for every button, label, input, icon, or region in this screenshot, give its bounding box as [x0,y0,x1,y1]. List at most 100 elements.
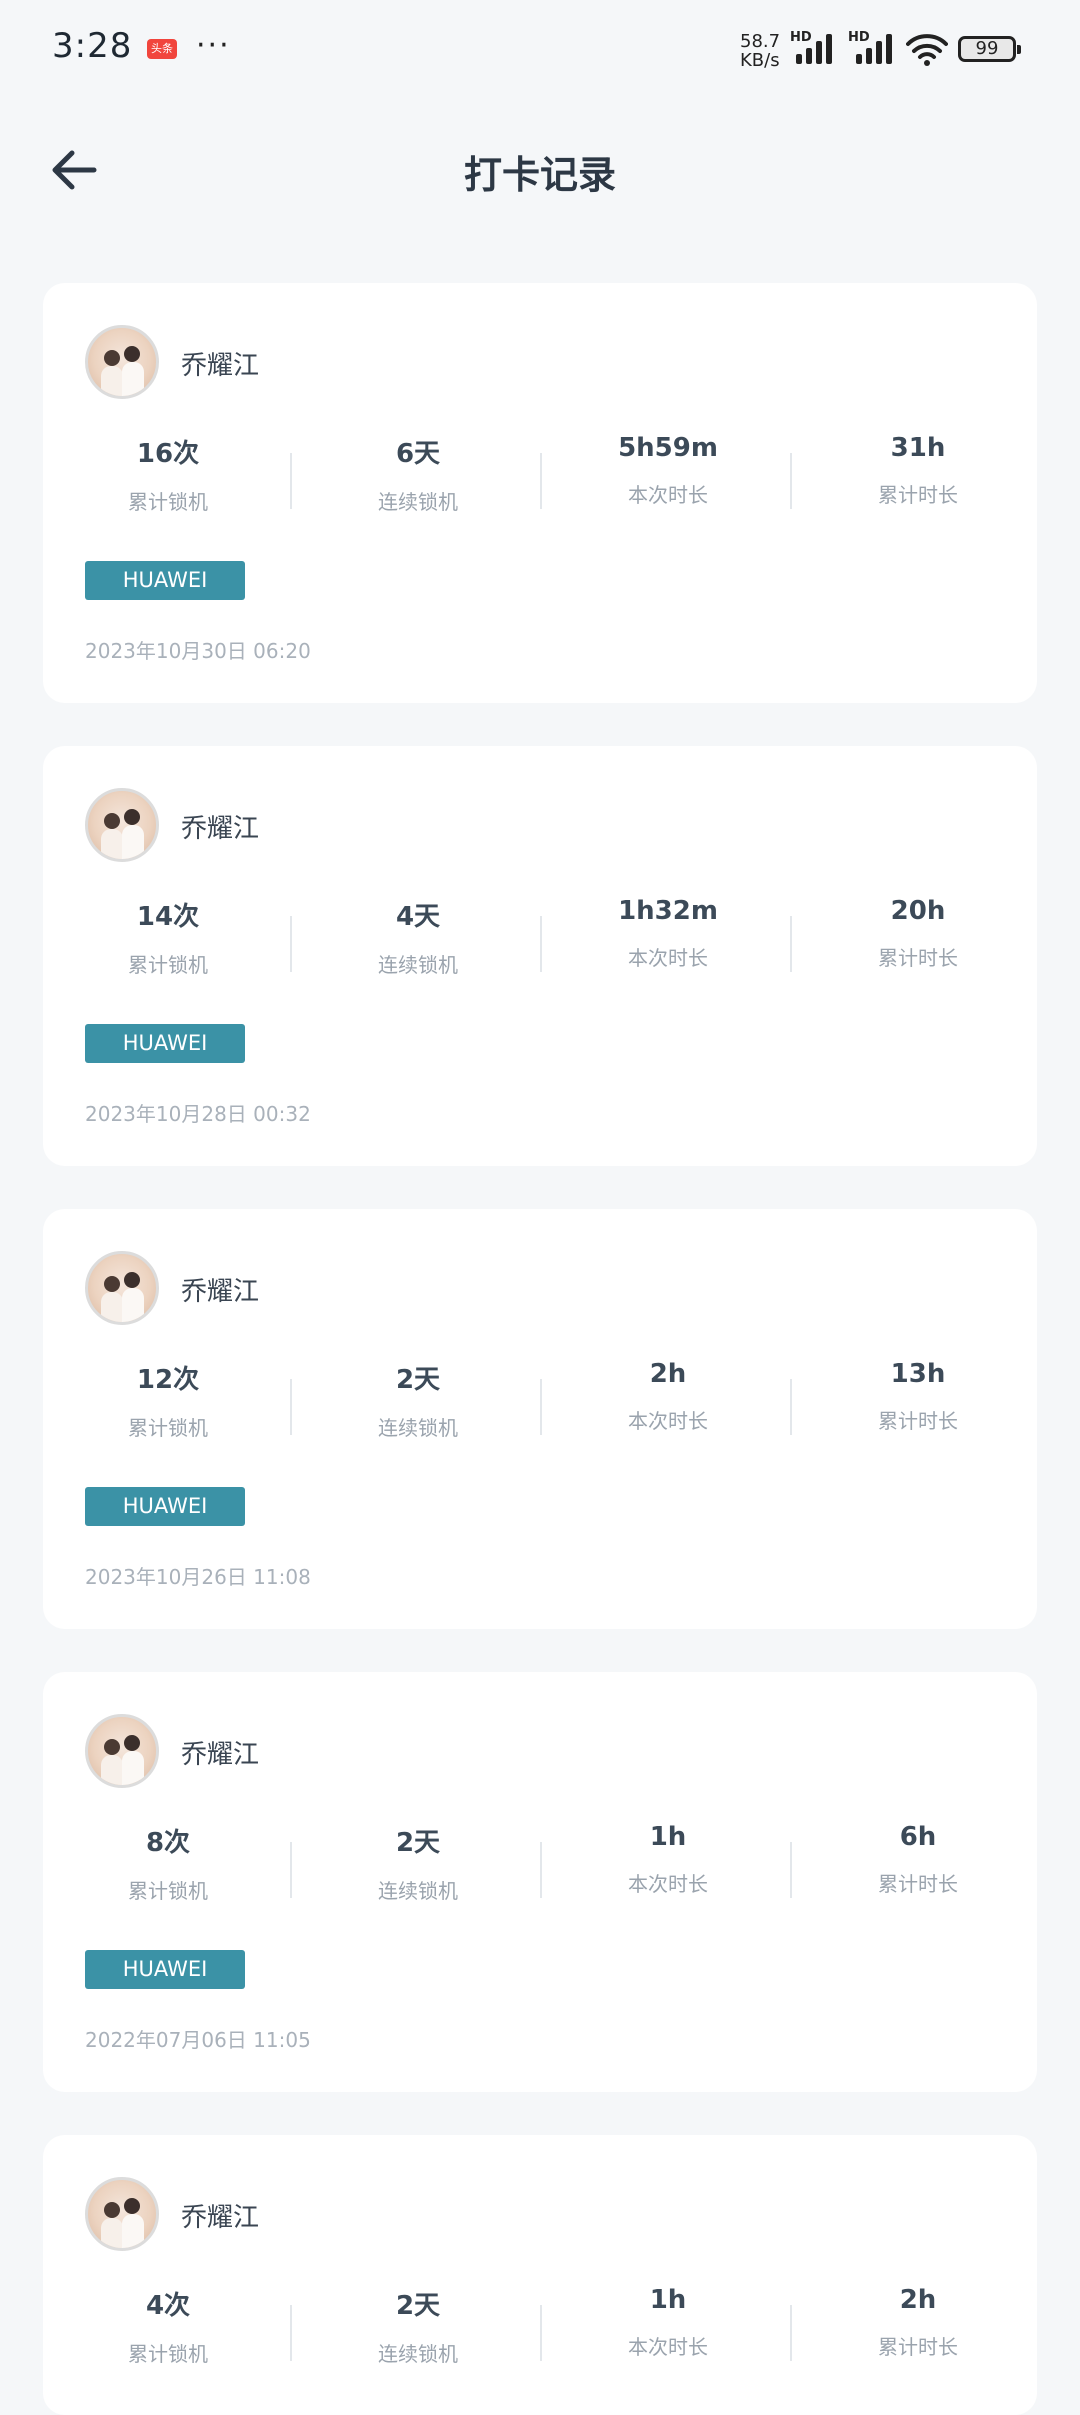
user-name: 乔耀江 [181,351,260,381]
stat-value: 4天 [395,902,441,932]
news-app-badge-icon: 头条 [147,39,177,59]
stat-label: 本次时长 [628,2335,708,2359]
stat-session-duration: 1h 本次时长 [543,2285,793,2360]
stat-total-locks: 14次 累计锁机 [43,896,293,978]
stat-value: 4次 [145,2291,191,2321]
stat-total-duration: 13h 累计时长 [793,1359,1043,1434]
stat-session-duration: 5h59m 本次时长 [543,433,793,508]
stat-label: 累计时长 [878,1872,958,1896]
record-date: 2023年10月26日 11:08 [85,1565,311,1589]
record-card[interactable]: 乔耀江 14次 累计锁机 4天 连续锁机 1h32m 本次时长 20h 累计时长… [43,746,1037,1166]
divider [290,1379,292,1435]
stat-total-locks: 8次 累计锁机 [43,1822,293,1904]
record-date: 2022年07月06日 11:05 [85,2028,311,2052]
stat-value: 16次 [136,439,200,469]
avatar [85,325,159,399]
stat-total-duration: 20h 累计时长 [793,896,1043,971]
status-bar: 3:28 头条 ··· 58.7 KB/s HD HD 99 [0,0,1080,100]
avatar [85,1714,159,1788]
stat-label: 累计锁机 [128,2342,208,2366]
stat-total-duration: 31h 累计时长 [793,433,1043,508]
stat-label: 本次时长 [628,483,708,507]
stat-label: 本次时长 [628,1409,708,1433]
stats-row: 4次 累计锁机 2天 连续锁机 1h 本次时长 2h 累计时长 [43,2285,1037,2367]
stat-value: 2天 [395,1828,441,1858]
divider [540,1379,542,1435]
user-name: 乔耀江 [181,1740,260,1770]
divider [540,916,542,972]
more-notifications-icon: ··· [196,28,231,63]
record-card[interactable]: 乔耀江 4次 累计锁机 2天 连续锁机 1h 本次时长 2h 累计时长 [43,2135,1037,2415]
stat-value: 1h32m [618,896,718,926]
record-card[interactable]: 乔耀江 16次 累计锁机 6天 连续锁机 5h59m 本次时长 31h 累计时长… [43,283,1037,703]
record-date: 2023年10月30日 06:20 [85,639,311,663]
user-name: 乔耀江 [181,2203,260,2233]
stat-total-duration: 6h 累计时长 [793,1822,1043,1897]
divider [790,1842,792,1898]
record-card[interactable]: 乔耀江 12次 累计锁机 2天 连续锁机 2h 本次时长 13h 累计时长 HU… [43,1209,1037,1629]
stat-value: 31h [890,433,946,463]
cell-signal-2-icon [856,34,892,64]
stat-consecutive-locks: 2天 连续锁机 [293,1822,543,1904]
cell-signal-icon [796,34,832,64]
network-speed-value: 58.7 [740,31,781,52]
stat-session-duration: 1h32m 本次时长 [543,896,793,971]
record-date: 2023年10月28日 00:32 [85,1102,311,1126]
stats-row: 8次 累计锁机 2天 连续锁机 1h 本次时长 6h 累计时长 [43,1822,1037,1904]
stat-value: 2h [899,2285,937,2315]
stat-value: 20h [890,896,946,926]
stat-label: 累计时长 [878,483,958,507]
network-speed-unit: KB/s [740,50,780,71]
stat-label: 累计时长 [878,2335,958,2359]
stat-label: 累计锁机 [128,953,208,977]
stat-total-locks: 16次 累计锁机 [43,433,293,515]
divider [790,916,792,972]
stat-label: 累计锁机 [128,1416,208,1440]
page-title: 打卡记录 [463,153,616,197]
stat-total-duration: 2h 累计时长 [793,2285,1043,2360]
device-tag[interactable]: HUAWEI [85,561,245,600]
stat-session-duration: 1h 本次时长 [543,1822,793,1897]
stat-value: 1h [649,2285,687,2315]
avatar [85,2177,159,2251]
wifi-icon [906,34,948,66]
stats-row: 12次 累计锁机 2天 连续锁机 2h 本次时长 13h 累计时长 [43,1359,1037,1441]
divider [540,1842,542,1898]
stat-value: 13h [890,1359,946,1389]
record-card[interactable]: 乔耀江 8次 累计锁机 2天 连续锁机 1h 本次时长 6h 累计时长 HUAW… [43,1672,1037,2092]
stats-row: 16次 累计锁机 6天 连续锁机 5h59m 本次时长 31h 累计时长 [43,433,1037,515]
device-tag[interactable]: HUAWEI [85,1024,245,1063]
page-header: 打卡记录 [0,120,1080,220]
stat-consecutive-locks: 2天 连续锁机 [293,2285,543,2367]
stats-row: 14次 累计锁机 4天 连续锁机 1h32m 本次时长 20h 累计时长 [43,896,1037,978]
stat-consecutive-locks: 2天 连续锁机 [293,1359,543,1441]
stat-label: 连续锁机 [378,2342,458,2366]
divider [790,1379,792,1435]
stat-consecutive-locks: 6天 连续锁机 [293,433,543,515]
stat-session-duration: 2h 本次时长 [543,1359,793,1434]
stat-label: 连续锁机 [378,1416,458,1440]
stat-total-locks: 12次 累计锁机 [43,1359,293,1441]
divider [540,453,542,509]
stat-label: 累计锁机 [128,490,208,514]
stat-label: 连续锁机 [378,1879,458,1903]
network-speed: 58.7 KB/s [740,32,780,70]
stat-value: 6天 [395,439,441,469]
stat-value: 14次 [136,902,200,932]
stat-value: 8次 [145,1828,191,1858]
battery-level: 99 [975,38,999,59]
stat-value: 5h59m [618,433,718,463]
stat-label: 累计时长 [878,1409,958,1433]
stat-value: 2h [649,1359,687,1389]
device-tag[interactable]: HUAWEI [85,1487,245,1526]
divider [290,916,292,972]
stat-value: 1h [649,1822,687,1852]
user-name: 乔耀江 [181,814,260,844]
device-tag[interactable]: HUAWEI [85,1950,245,1989]
stat-label: 累计锁机 [128,1879,208,1903]
stat-value: 2天 [395,2291,441,2321]
divider [290,453,292,509]
stat-value: 12次 [136,1365,200,1395]
stat-consecutive-locks: 4天 连续锁机 [293,896,543,978]
divider [290,2305,292,2361]
